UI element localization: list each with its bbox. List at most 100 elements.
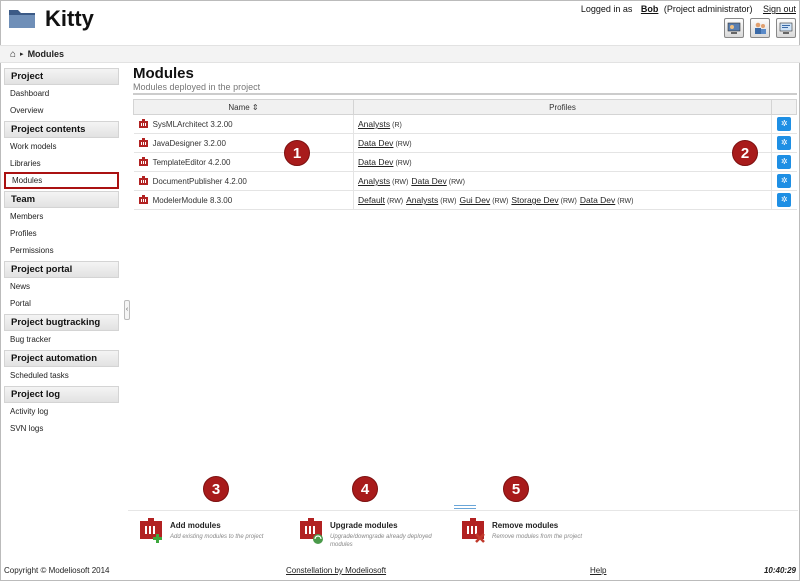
- profile-mode: (RW): [440, 198, 457, 205]
- add-module-icon: [140, 518, 162, 543]
- remove-modules-action[interactable]: Remove modules Remove modules from the p…: [458, 515, 582, 545]
- login-info: Logged in as Bob (Project administrator)…: [581, 4, 796, 14]
- footer-time: 10:40:29: [763, 566, 796, 575]
- sidebar-item-profiles[interactable]: Profiles: [4, 225, 119, 242]
- home-icon[interactable]: ⌂: [10, 49, 16, 60]
- add-modules-action[interactable]: Add modules Add existing modules to the …: [136, 515, 263, 545]
- configure-module-button[interactable]: ✲: [777, 155, 792, 169]
- row-actions: ✲: [771, 114, 797, 134]
- user-link[interactable]: Bob: [641, 4, 659, 14]
- sidebar-item-activity-log[interactable]: Activity log: [4, 403, 119, 420]
- configure-module-button[interactable]: ✲: [777, 174, 792, 188]
- sidebar-item-members[interactable]: Members: [4, 208, 119, 225]
- admin-console-icon: [727, 22, 741, 34]
- gear-icon: ✲: [780, 138, 788, 147]
- configure-module-button[interactable]: ✲: [777, 136, 792, 150]
- header-toolbar: [724, 18, 796, 38]
- module-profiles: Analysts (R): [353, 114, 772, 134]
- profile-link[interactable]: Data Dev: [411, 176, 446, 186]
- page-subtitle: Modules deployed in the project: [133, 82, 797, 95]
- sidebar-item-scheduled-tasks[interactable]: Scheduled tasks: [4, 367, 119, 384]
- marker-4: 4: [352, 476, 378, 502]
- profile-link[interactable]: Data Dev: [358, 157, 393, 167]
- folder-icon: [9, 10, 35, 28]
- users-button[interactable]: [750, 18, 770, 38]
- footer-help-link[interactable]: Help: [590, 566, 606, 575]
- user-role: (Project administrator): [663, 4, 753, 14]
- admin-console-button[interactable]: [724, 18, 744, 38]
- module-icon: [133, 152, 153, 172]
- modules-table: Name ⇕ Profiles SysMLArchitect 3.2.00 Ana…: [133, 99, 797, 210]
- profile-link[interactable]: Gui Dev: [459, 195, 490, 205]
- sidebar-item-permissions[interactable]: Permissions: [4, 242, 119, 259]
- row-actions: ✲: [771, 190, 797, 210]
- sign-out-link[interactable]: Sign out: [763, 4, 796, 14]
- column-header-profiles: Profiles: [353, 99, 772, 115]
- actions-bar: Add modules Add existing modules to the …: [128, 510, 798, 550]
- sidebar-section-project-automation: Project automation: [4, 350, 119, 367]
- sidebar-item-svn-logs[interactable]: SVN logs: [4, 420, 119, 437]
- gear-icon: ✲: [780, 195, 788, 204]
- configure-module-button[interactable]: ✲: [777, 193, 792, 207]
- profile-mode: (RW): [386, 198, 404, 205]
- header: Kitty Logged in as Bob (Project administ…: [0, 0, 800, 44]
- table-row: ModelerModule 8.3.00 Default (RW) Analysts(…: [133, 190, 797, 210]
- profile-link[interactable]: Data Dev: [580, 195, 615, 205]
- marker-3: 3: [203, 476, 229, 502]
- sidebar-collapse-handle[interactable]: ‹: [124, 300, 130, 320]
- profile-link[interactable]: Storage Dev: [511, 195, 558, 205]
- logged-in-label: Logged in as: [580, 4, 633, 14]
- sidebar-item-dashboard[interactable]: Dashboard: [4, 85, 119, 102]
- module-profiles: Default (RW) Analysts (RW) Gui Dev (RW) Storag…: [353, 190, 772, 210]
- sidebar-section-project: Project: [4, 68, 119, 85]
- sidebar-item-libraries[interactable]: Libraries: [4, 155, 119, 172]
- profile-mode: (RW): [448, 179, 465, 186]
- upgrade-modules-desc: Upgrade/downgrade already deployed modul…: [330, 534, 432, 548]
- column-header-name[interactable]: Name ⇕: [133, 99, 354, 115]
- footer-constellation-link[interactable]: Constellation by Modeliosoft: [286, 566, 386, 575]
- upgrade-modules-action[interactable]: Upgrade modules Upgrade/downgrade alread…: [296, 515, 440, 549]
- gear-icon: ✲: [780, 119, 788, 128]
- sidebar-item-portal[interactable]: Portal: [4, 295, 119, 312]
- marker-1: 1: [284, 140, 310, 166]
- sidebar-item-work-models[interactable]: Work models: [4, 138, 119, 155]
- sidebar-item-modules[interactable]: Modules: [4, 172, 119, 189]
- profile-link[interactable]: Data Dev: [358, 138, 393, 148]
- workstation-button[interactable]: [776, 18, 796, 38]
- sidebar-item-bug-tracker[interactable]: Bug tracker: [4, 331, 119, 348]
- row-actions: ✲: [771, 133, 797, 153]
- profile-mode: (RW): [392, 179, 409, 186]
- table-row: TemplateEditor 4.2.00 Data Dev (RW) ✲: [133, 152, 797, 172]
- module-icon: [133, 133, 153, 153]
- profile-link[interactable]: Default: [358, 195, 385, 205]
- module-name: DocumentPublisher 4.2.00: [152, 171, 354, 191]
- footer: Copyright © Modeliosoft 2014 Constellati…: [0, 563, 800, 579]
- workstation-icon: [779, 22, 793, 34]
- users-icon: [755, 22, 766, 34]
- module-profiles: Data Dev (RW): [353, 152, 772, 172]
- column-header-actions: [771, 99, 797, 115]
- profile-link[interactable]: Analysts: [358, 176, 390, 186]
- module-name: ModelerModule 8.3.00: [152, 190, 354, 210]
- actions-resize-handle[interactable]: [454, 505, 476, 509]
- table-row: JavaDesigner 3.2.00 Data Dev (RW) ✲: [133, 133, 797, 153]
- remove-modules-title: Remove modules: [492, 521, 559, 530]
- profile-mode: (RW): [395, 141, 412, 148]
- sidebar-item-news[interactable]: News: [4, 278, 119, 295]
- profile-mode: (R): [392, 122, 402, 129]
- gear-icon: ✲: [780, 157, 788, 166]
- sidebar-section-project-portal: Project portal: [4, 261, 119, 278]
- configure-module-button[interactable]: ✲: [777, 117, 792, 131]
- upgrade-modules-title: Upgrade modules: [330, 521, 398, 530]
- profile-mode: (RW): [395, 160, 412, 167]
- add-modules-title: Add modules: [170, 521, 221, 530]
- profile-link[interactable]: Analysts: [406, 195, 438, 205]
- sidebar-section-project-log: Project log: [4, 386, 119, 403]
- breadcrumb: ⌂ ▸ Modules: [0, 45, 800, 63]
- profile-link[interactable]: Analysts: [358, 119, 390, 129]
- table-row: DocumentPublisher 4.2.00 Analysts (RW) Data…: [133, 171, 797, 191]
- sidebar-item-overview[interactable]: Overview: [4, 102, 119, 119]
- upgrade-module-icon: [300, 518, 323, 544]
- profile-mode: (RW): [617, 198, 634, 205]
- module-profiles: Data Dev (RW): [353, 133, 772, 153]
